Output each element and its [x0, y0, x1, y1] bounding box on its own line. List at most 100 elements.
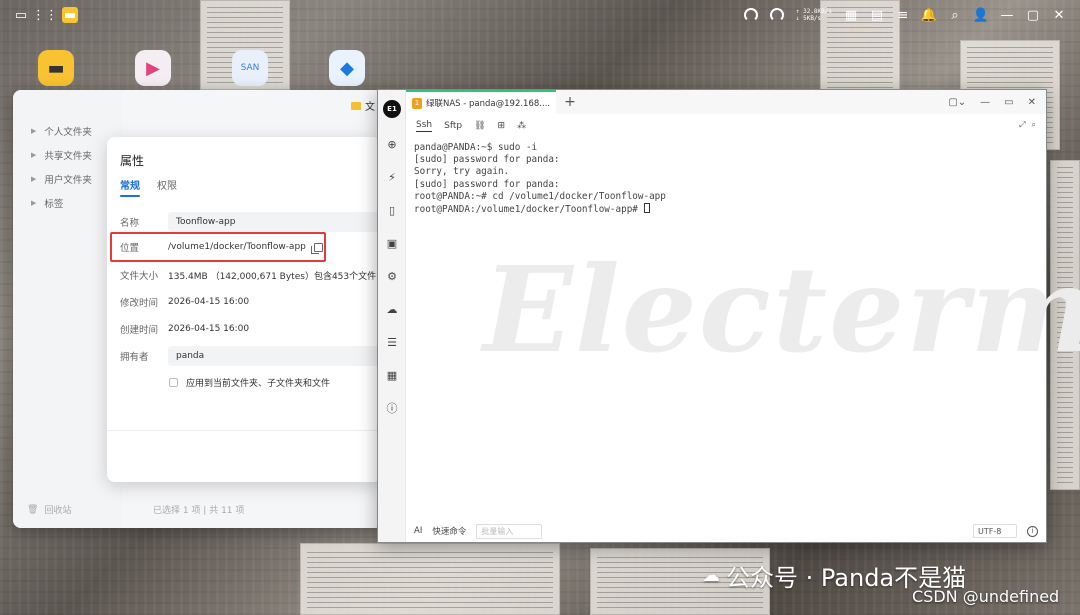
window-title: 文: [365, 102, 375, 113]
wechat-icon: ☁: [702, 565, 720, 586]
notes-icon[interactable]: ▤: [870, 8, 884, 23]
file-manager-title: 文: [351, 98, 375, 113]
terminal-line: [sudo] password for panda:: [414, 178, 560, 190]
net-up: ↑ 32.8KB/s: [795, 8, 832, 15]
bolt-icon[interactable]: ⚡: [385, 170, 399, 184]
created-value: 2026-04-15 16:00: [168, 324, 250, 334]
san-app-icon[interactable]: SAN: [232, 50, 268, 86]
network-speed[interactable]: ↑ 32.8KB/s ↓ 5KB/s: [796, 8, 832, 22]
minimize-icon[interactable]: —: [1000, 8, 1014, 23]
sidebar-item-users[interactable]: ▶ 用户文件夹: [31, 172, 92, 186]
terminal-cursor: [643, 203, 650, 214]
owner-row: 拥有者 panda: [120, 346, 382, 366]
tab-list-icon[interactable]: ▢⌄: [948, 97, 966, 108]
close-icon[interactable]: ✕: [1028, 97, 1036, 108]
net-down: ↓ 5KB/s: [795, 15, 822, 22]
terminal-line: root@PANDA:~# cd /volume1/docker/Toonflo…: [414, 190, 666, 202]
created-label: 创建时间: [120, 325, 159, 336]
sidebar-item-personal[interactable]: ▶ 个人文件夹: [31, 124, 92, 138]
user-icon[interactable]: 👤: [973, 8, 989, 23]
terminal-output[interactable]: panda@PANDA:~$ sudo -i [sudo] password f…: [414, 142, 666, 216]
sidebar-item-label: 用户文件夹: [44, 175, 92, 186]
monitor-icon[interactable]: ▭: [14, 8, 28, 23]
apply-checkbox[interactable]: [169, 378, 178, 387]
info-icon[interactable]: ⓘ: [385, 401, 399, 415]
chevron-right-icon: ▶: [31, 127, 37, 135]
gear-icon[interactable]: ⚙: [385, 269, 399, 283]
trash-item[interactable]: 🗑 回收站: [27, 503, 71, 517]
name-label: 名称: [120, 218, 140, 229]
modified-label: 修改时间: [120, 298, 159, 309]
owner-label: 拥有者: [120, 352, 149, 363]
quick-command-button[interactable]: 快速命令: [432, 525, 466, 537]
cloud-sync-icon[interactable]: ☁: [385, 302, 399, 316]
chevron-right-icon: ▶: [31, 199, 37, 207]
electerm-logo: E1: [383, 100, 401, 118]
apply-label: 应用到当前文件夹、子文件夹和文件: [186, 379, 331, 389]
maximize-icon[interactable]: ▭: [1004, 97, 1013, 108]
close-icon[interactable]: ✕: [1052, 8, 1066, 23]
tab-permissions[interactable]: 权限: [157, 177, 177, 192]
electerm-watermark: Electerm: [483, 240, 1080, 379]
properties-dialog: 属性 常规 权限 名称 Toonflow-app 位置 /volume1/doc…: [107, 137, 382, 482]
ram-gauge-icon[interactable]: [769, 8, 784, 22]
bookmark-icon[interactable]: ▯: [385, 203, 399, 217]
grid-icon[interactable]: ▦: [385, 368, 399, 382]
size-row: 文件大小 135.4MB （142,000,671 Bytes）包含453个文件…: [120, 268, 382, 282]
batch-input[interactable]: 批量输入: [476, 523, 543, 539]
search-icon[interactable]: ⌕: [948, 8, 962, 23]
notification-bell-icon[interactable]: 🔔: [921, 8, 937, 23]
tab-number-badge: 1: [412, 97, 422, 109]
csdn-watermark: CSDN @undefined: [912, 587, 1060, 606]
split-icon[interactable]: ⊞: [498, 121, 506, 131]
files-app-icon[interactable]: ▬: [38, 50, 74, 86]
ai-button[interactable]: AI: [414, 526, 422, 536]
chevron-right-icon: ▶: [31, 175, 37, 183]
chevron-right-icon: ▶: [31, 151, 37, 159]
modified-value: 2026-04-15 16:00: [168, 297, 250, 307]
widgets-icon[interactable]: ▦: [844, 8, 858, 23]
add-tab-icon[interactable]: +: [564, 94, 576, 110]
encoding-select[interactable]: UTF-8: [973, 524, 1017, 538]
terminal-toolbar: Ssh Sftp ⛓ ⊞ ⁂: [406, 116, 1046, 136]
tab-title: 绿联NAS - panda@192.168....: [426, 99, 551, 109]
owner-field[interactable]: panda: [168, 346, 382, 366]
fullscreen-icon[interactable]: ⤢: [1019, 120, 1025, 130]
cpu-gauge-icon[interactable]: [743, 8, 758, 22]
name-field[interactable]: Toonflow-app: [168, 212, 382, 232]
sidebar-item-shared[interactable]: ▶ 共享文件夹: [31, 148, 92, 162]
trash-icon: 🗑: [27, 504, 39, 515]
sidebar-item-label: 共享文件夹: [44, 151, 92, 162]
terminal-line: root@PANDA:/volume1/docker/Toonflow-app#: [414, 204, 644, 216]
highlight-box: [110, 232, 326, 262]
session-tab[interactable]: 1 绿联NAS - panda@192.168....: [406, 90, 557, 114]
sidebar-item-label: 个人文件夹: [44, 127, 92, 138]
tab-general[interactable]: 常规: [120, 177, 140, 197]
window-controls: ▢⌄ — ▭ ✕: [948, 97, 1046, 108]
list-icon[interactable]: ☰: [385, 335, 399, 349]
add-circle-icon[interactable]: ⊕: [385, 137, 399, 151]
terminal-line: Sorry, try again.: [414, 166, 510, 178]
app-grid-icon[interactable]: ⋮⋮: [32, 8, 58, 23]
search-icon[interactable]: ⌕: [1032, 120, 1036, 130]
maximize-icon[interactable]: ▢: [1026, 8, 1040, 23]
settings-sliders-icon[interactable]: ≡: [896, 8, 910, 23]
file-manager-task-icon[interactable]: ▬: [62, 7, 78, 23]
image-icon[interactable]: ▣: [385, 236, 399, 250]
video-app-icon[interactable]: ▶: [135, 50, 171, 86]
modified-row: 修改时间 2026-04-15 16:00: [120, 295, 382, 309]
link-icon[interactable]: ⛓: [474, 121, 485, 131]
minimize-icon[interactable]: —: [980, 97, 990, 108]
sidebar-item-tags[interactable]: ▶ 标签: [31, 196, 63, 210]
tab-ssh[interactable]: Ssh: [416, 120, 433, 132]
terminal-bottom-bar: AI 快速命令 批量输入 UTF-8 i: [406, 520, 1046, 542]
name-row: 名称 Toonflow-app: [120, 212, 382, 232]
tree-icon[interactable]: ⁂: [517, 121, 526, 131]
tab-sftp[interactable]: Sftp: [444, 121, 462, 131]
top-bar: ▭ ⋮⋮ ▬ ↑ 32.8KB/s ↓ 5KB/s ▦ ▤ ≡ 🔔 ⌕ 👤 — …: [0, 0, 1080, 30]
info-icon[interactable]: i: [1027, 525, 1038, 537]
size-label: 文件大小: [120, 271, 159, 282]
container-app-icon[interactable]: ◆: [329, 50, 365, 86]
created-row: 创建时间 2026-04-15 16:00: [120, 322, 382, 336]
terminal-line: panda@PANDA:~$ sudo -i: [414, 142, 538, 153]
